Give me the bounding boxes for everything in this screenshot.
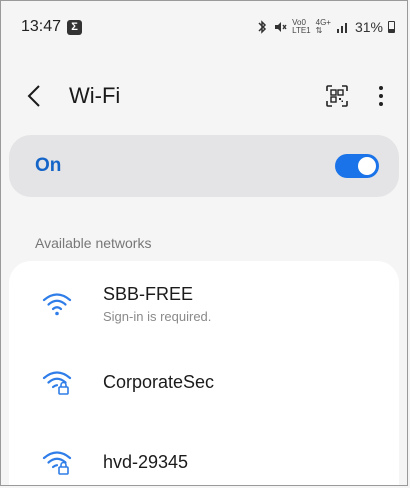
network-list: SBB-FREE Sign-in is required. CorporateS… — [9, 261, 399, 485]
mute-icon — [275, 22, 287, 32]
phone-screen: 13:47 Σ Vo0 LTE1 4G+ ⇅ 31% Wi-Fi On Avai… — [0, 0, 408, 486]
notification-icon: Σ — [67, 19, 83, 35]
network-item-sbb-free[interactable]: SBB-FREE Sign-in is required. — [9, 269, 399, 339]
dot-icon — [379, 94, 383, 98]
clock: 13:47 — [21, 18, 62, 35]
bluetooth-icon — [258, 20, 267, 34]
more-options-button[interactable] — [373, 82, 389, 110]
qr-scan-button[interactable] — [323, 82, 351, 110]
app-header: Wi-Fi — [1, 71, 407, 121]
network-text: hvd-29345 — [103, 452, 188, 473]
status-bar: 13:47 Σ Vo0 LTE1 4G+ ⇅ 31% — [1, 1, 407, 53]
network-name: CorporateSec — [103, 371, 215, 392]
network-text: SBB-FREE Sign-in is required. — [103, 284, 211, 324]
network-item-hvd-29345[interactable]: hvd-29345 — [9, 427, 399, 485]
wifi-master-toggle-row[interactable]: On — [9, 135, 399, 197]
network-name: hvd-29345 — [103, 451, 189, 472]
chevron-left-icon — [27, 85, 40, 107]
network-text: CorporateSec — [103, 372, 214, 393]
wifi-locked-icon — [42, 451, 72, 475]
dot-icon — [379, 86, 383, 90]
network-name: SBB-FREE — [103, 284, 194, 304]
network-status: Sign-in is required. — [103, 309, 212, 324]
network-type-indicator: 4G+ ⇅ — [315, 18, 331, 35]
volte-indicator: Vo0 LTE1 — [292, 18, 311, 35]
switch-knob — [358, 157, 376, 175]
qr-code-icon — [326, 85, 348, 107]
wifi-switch[interactable] — [335, 154, 379, 178]
toggle-label: On — [35, 155, 62, 176]
wifi-open-icon — [42, 293, 72, 316]
network-item-corporatesec[interactable]: CorporateSec — [9, 347, 399, 417]
page-title: Wi-Fi — [69, 83, 121, 108]
dot-icon — [379, 102, 383, 106]
back-button[interactable] — [27, 81, 55, 111]
status-left: 13:47 Σ — [21, 18, 83, 36]
available-networks-header: Available networks — [35, 235, 152, 251]
signal-icon — [336, 23, 347, 33]
battery-icon — [388, 21, 395, 33]
wifi-locked-icon — [42, 371, 72, 395]
status-right: Vo0 LTE1 4G+ ⇅ 31% — [256, 19, 395, 35]
battery-percent: 31% — [354, 19, 383, 35]
